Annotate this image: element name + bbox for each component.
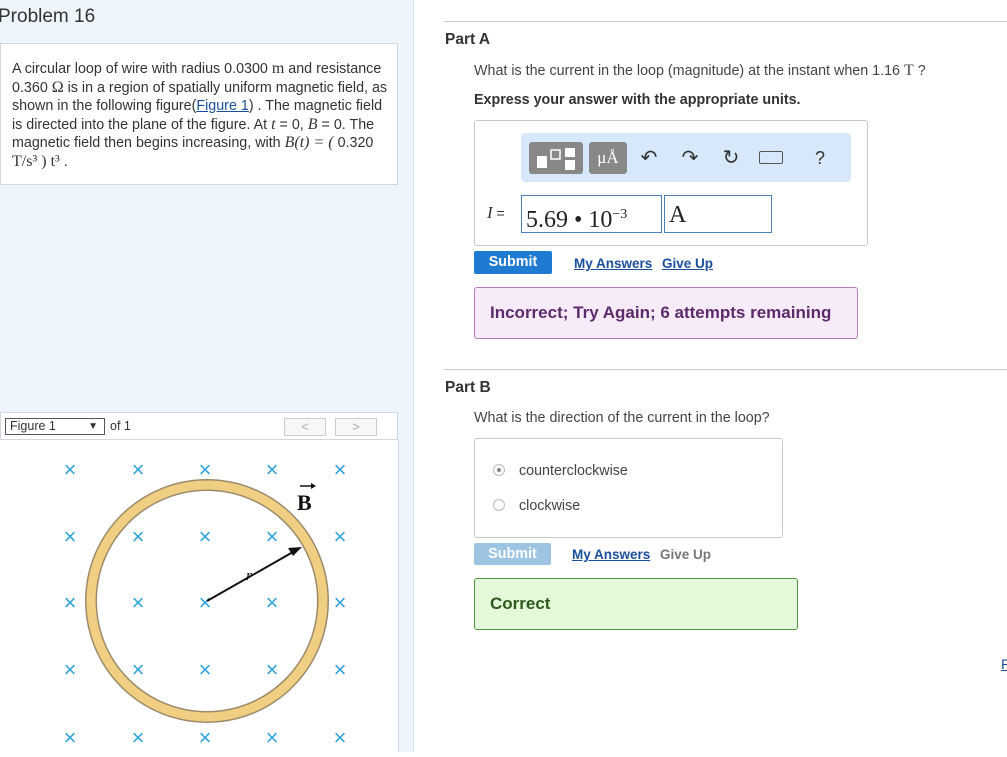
prev-figure-button[interactable]: <: [284, 418, 326, 436]
next-figure-button[interactable]: >: [335, 418, 377, 436]
field-cross-icon: ×: [334, 457, 347, 482]
field-cross-icon: ×: [334, 657, 347, 682]
problem-title: Problem 16: [0, 6, 96, 27]
field-cross-icon: ×: [266, 657, 279, 682]
radio-clockwise[interactable]: [493, 499, 505, 511]
field-cross-icon: ×: [199, 524, 212, 549]
radius-label: r: [246, 568, 252, 584]
parts-panel: Part A What is the current in the loop (…: [414, 0, 1007, 752]
field-cross-icon: ×: [64, 725, 77, 750]
help-button[interactable]: ?: [806, 142, 834, 174]
templates-button[interactable]: [529, 142, 583, 174]
figure-count: of 1: [110, 419, 131, 433]
part-a-my-answers-link[interactable]: My Answers: [574, 256, 652, 271]
part-a-give-up-link[interactable]: Give Up: [662, 256, 713, 271]
math-toolbar: μÅ ↶ ↷ ↻ ?: [521, 133, 851, 182]
part-b-my-answers-link[interactable]: My Answers: [572, 547, 650, 562]
field-cross-icon: ×: [64, 657, 77, 682]
answer-box: μÅ ↶ ↷ ↻ ? I = 5.69 • 10−3 A: [474, 120, 868, 246]
part-a-feedback: Incorrect; Try Again; 6 attempts remaini…: [474, 287, 858, 339]
field-cross-icon: ×: [199, 657, 212, 682]
field-cross-icon: ×: [266, 590, 279, 615]
answer-label: I =: [487, 203, 505, 222]
radio-counterclockwise[interactable]: [493, 464, 505, 476]
divider: [444, 21, 1007, 22]
undo-icon[interactable]: ↶: [635, 142, 663, 174]
loop-figure: × × × × × × × × × × × × × × × × × × × × × × × × × r B: [64, 457, 347, 750]
choice-list: counterclockwise clockwise: [474, 438, 783, 538]
dropdown-arrow-icon: ▼: [88, 421, 98, 432]
field-cross-icon: ×: [199, 457, 212, 482]
part-b-submit-button: Submit: [474, 543, 551, 565]
field-cross-icon: ×: [64, 524, 77, 549]
figure-select[interactable]: Figure 1 ▼: [5, 418, 105, 435]
part-a-question: What is the current in the loop (magnitu…: [474, 62, 926, 79]
vector-arrowhead-icon: [311, 483, 316, 489]
value-input[interactable]: 5.69 • 10−3: [521, 195, 662, 233]
part-a-title: Part A: [445, 31, 491, 48]
field-cross-icon: ×: [132, 590, 145, 615]
field-cross-icon: ×: [132, 524, 145, 549]
field-cross-icon: ×: [199, 725, 212, 750]
problem-statement: A circular loop of wire with radius 0.03…: [0, 43, 398, 185]
keyboard-icon[interactable]: [759, 151, 783, 164]
part-a-submit-button[interactable]: Submit: [474, 251, 552, 274]
part-a-instruction: Express your answer with the appropriate…: [474, 92, 801, 108]
part-b-feedback: Correct: [474, 578, 798, 630]
part-b-title: Part B: [445, 379, 491, 396]
field-cross-icon: ×: [132, 725, 145, 750]
field-cross-icon: ×: [132, 657, 145, 682]
edge-link[interactable]: F: [1001, 656, 1007, 672]
choice-label[interactable]: counterclockwise: [519, 463, 628, 479]
problem-panel: Problem 16 A circular loop of wire with …: [0, 0, 414, 752]
unit-input[interactable]: A: [664, 195, 772, 233]
field-cross-icon: ×: [64, 590, 77, 615]
part-b-question: What is the direction of the current in …: [474, 410, 770, 426]
figure-nav-bar: Figure 1 ▼ of 1 < >: [0, 412, 398, 440]
field-cross-icon: ×: [266, 457, 279, 482]
template-icon: [537, 148, 575, 170]
units-button[interactable]: μÅ: [589, 142, 627, 174]
field-cross-icon: ×: [334, 524, 347, 549]
field-cross-icon: ×: [334, 725, 347, 750]
field-cross-icon: ×: [64, 457, 77, 482]
choice-label[interactable]: clockwise: [519, 498, 580, 514]
field-cross-icon: ×: [334, 590, 347, 615]
reset-icon[interactable]: ↻: [717, 142, 745, 174]
redo-icon[interactable]: ↷: [676, 142, 704, 174]
field-cross-icon: ×: [132, 457, 145, 482]
figure-canvas: × × × × × × × × × × × × × × × × × × × × × × × × × r B: [0, 440, 399, 752]
field-cross-icon: ×: [266, 524, 279, 549]
field-cross-icon: ×: [199, 590, 212, 615]
field-cross-icon: ×: [266, 725, 279, 750]
divider: [444, 369, 1007, 370]
part-b-give-up-link: Give Up: [660, 547, 712, 562]
field-label: B: [297, 490, 312, 515]
figure-link[interactable]: Figure 1: [196, 98, 248, 114]
